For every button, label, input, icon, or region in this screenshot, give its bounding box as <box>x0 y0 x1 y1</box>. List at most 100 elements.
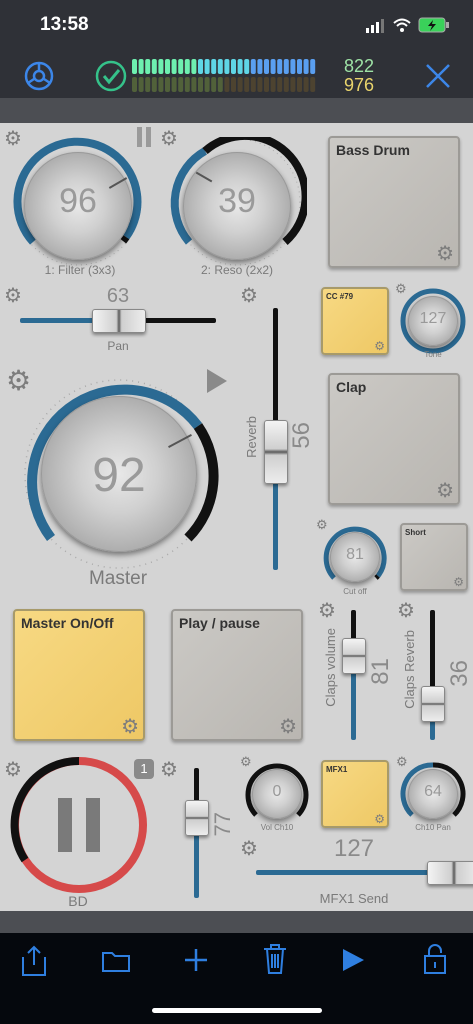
meter-bar-top <box>231 59 236 74</box>
share-icon[interactable] <box>20 945 48 977</box>
knob-reso-label: 2: Reso (2x2) <box>200 263 274 277</box>
slider-reverb-value: 56 <box>288 422 315 449</box>
meter-bar-top <box>138 59 144 74</box>
meter-bar-bottom <box>138 77 144 92</box>
slider-claps-reverb-value: 36 <box>446 660 473 687</box>
gear-icon[interactable]: ⚙ <box>374 339 385 353</box>
meter-bar-bottom <box>283 77 289 92</box>
slider-mfx1-send-thumb[interactable] <box>427 861 473 885</box>
slider-pan-value: 63 <box>106 285 130 307</box>
meter-bar-bottom <box>297 77 302 92</box>
folder-icon[interactable] <box>101 949 131 973</box>
counter-bottom: 976 <box>344 75 375 95</box>
gear-icon[interactable]: ⚙ <box>160 757 178 782</box>
gear-icon[interactable]: ⚙ <box>318 598 336 623</box>
meter-bar-top <box>178 59 184 74</box>
settings-icon[interactable] <box>22 59 56 93</box>
meter-bar-bottom <box>310 77 316 92</box>
gear-icon[interactable]: ⚙ <box>240 283 258 308</box>
slider-77-value: 77 <box>210 812 235 837</box>
gear-icon[interactable]: ⚙ <box>397 598 415 623</box>
gear-icon[interactable]: ⚙ <box>453 575 464 589</box>
plus-icon[interactable] <box>183 947 209 973</box>
gear-icon[interactable]: ⚙ <box>279 714 297 739</box>
meter-bar-top <box>250 59 256 74</box>
slider-reverb-thumb[interactable] <box>264 420 288 484</box>
meter-bar-bottom <box>171 77 177 92</box>
pad-mfx1[interactable]: MFX1 ⚙ <box>321 760 389 828</box>
knob-tone-value: 127 <box>419 310 447 327</box>
slider-pan-thumb[interactable] <box>92 309 146 333</box>
meter-bar-top <box>303 59 309 74</box>
knob-vol-ch10-value: 0 <box>272 783 282 800</box>
meter-bar-bottom <box>158 77 164 92</box>
knob-tone[interactable]: 127 <box>408 296 458 346</box>
pad-clap[interactable]: Clap ⚙ <box>328 373 460 505</box>
meter-bar-top <box>211 59 217 74</box>
meter-bar-top <box>158 59 164 74</box>
pad-bass-drum-label: Bass Drum <box>336 142 410 158</box>
play-icon[interactable] <box>340 947 366 973</box>
gear-icon[interactable]: ⚙ <box>436 478 454 503</box>
meter-bar-bottom <box>257 77 263 92</box>
gear-icon[interactable]: ⚙ <box>4 283 22 308</box>
knob-vol-ch10-label: Vol Ch10 <box>260 823 294 832</box>
meter-bar-top <box>237 59 243 74</box>
pad-bass-drum[interactable]: Bass Drum ⚙ <box>328 136 460 268</box>
knob-ch10-pan-value: 64 <box>424 783 442 800</box>
meter-bar-bottom <box>204 77 210 92</box>
knob-filter-label: 1: Filter (3x3) <box>44 263 116 277</box>
gear-icon[interactable]: ⚙ <box>374 812 385 826</box>
meter-bar-bottom <box>244 77 250 92</box>
pad-play-pause[interactable]: Play / pause ⚙ <box>171 609 303 741</box>
counter-top: 822 <box>344 56 375 76</box>
slider-mfx1-send-track[interactable] <box>256 870 452 875</box>
status-time: 13:58 <box>40 14 89 35</box>
gear-icon[interactable]: ⚙ <box>436 241 454 266</box>
knob-ch10-pan-label: Ch10 Pan <box>415 823 451 832</box>
home-indicator <box>152 1008 322 1013</box>
meter-bar-bottom <box>184 77 190 92</box>
trash-icon[interactable] <box>261 943 289 975</box>
meter-bar-bottom <box>250 77 256 92</box>
pad-cc79[interactable]: CC #79 ⚙ <box>321 287 389 355</box>
battery-icon <box>418 17 449 33</box>
meter-bar-bottom <box>198 77 203 92</box>
pad-master-onoff[interactable]: Master On/Off ⚙ <box>13 609 145 741</box>
meter-bar-bottom <box>290 77 296 92</box>
bottom-divider <box>0 911 473 933</box>
meter-bar-top <box>290 59 296 74</box>
lock-icon[interactable] <box>423 943 447 975</box>
meter-bar-bottom <box>145 77 151 92</box>
knob-reso[interactable]: 39 <box>183 152 291 260</box>
knob-filter[interactable]: 96 <box>24 152 132 260</box>
pad-short-label: Short <box>405 528 426 537</box>
wifi-icon <box>393 18 411 32</box>
meter-bar-bottom <box>217 77 223 92</box>
meter-bar-bottom <box>224 77 230 92</box>
knob-vol-ch10[interactable]: 0 <box>252 769 302 819</box>
pad-short[interactable]: Short ⚙ <box>400 523 468 591</box>
slider-claps-volume-thumb[interactable] <box>342 638 366 674</box>
gear-icon[interactable]: ⚙ <box>240 836 258 861</box>
meter-bar-bottom <box>264 77 269 92</box>
check-icon[interactable] <box>94 59 128 93</box>
knob-ch10-pan[interactable]: 64 <box>408 769 458 819</box>
slider-77-thumb[interactable] <box>185 800 209 836</box>
transport-button[interactable] <box>20 766 138 884</box>
meter-bar-bottom <box>237 77 243 92</box>
slider-pan-label: Pan <box>107 339 129 353</box>
slider-mfx1-send-value: 127 <box>333 835 375 862</box>
meter-bar-bottom <box>231 77 236 92</box>
slider-claps-reverb-thumb[interactable] <box>421 686 445 722</box>
knob-cutoff[interactable]: 81 <box>330 532 380 582</box>
gear-icon[interactable]: ⚙ <box>121 714 139 739</box>
level-meter <box>132 59 316 92</box>
header-bar: 822 976 <box>0 50 473 98</box>
knob-master[interactable]: 92 <box>41 396 197 552</box>
close-icon[interactable] <box>424 62 452 90</box>
knob-cutoff-value: 81 <box>346 546 364 563</box>
meter-bar-top <box>297 59 302 74</box>
meter-bar-top <box>132 59 137 74</box>
meter-bar-bottom <box>132 77 137 92</box>
